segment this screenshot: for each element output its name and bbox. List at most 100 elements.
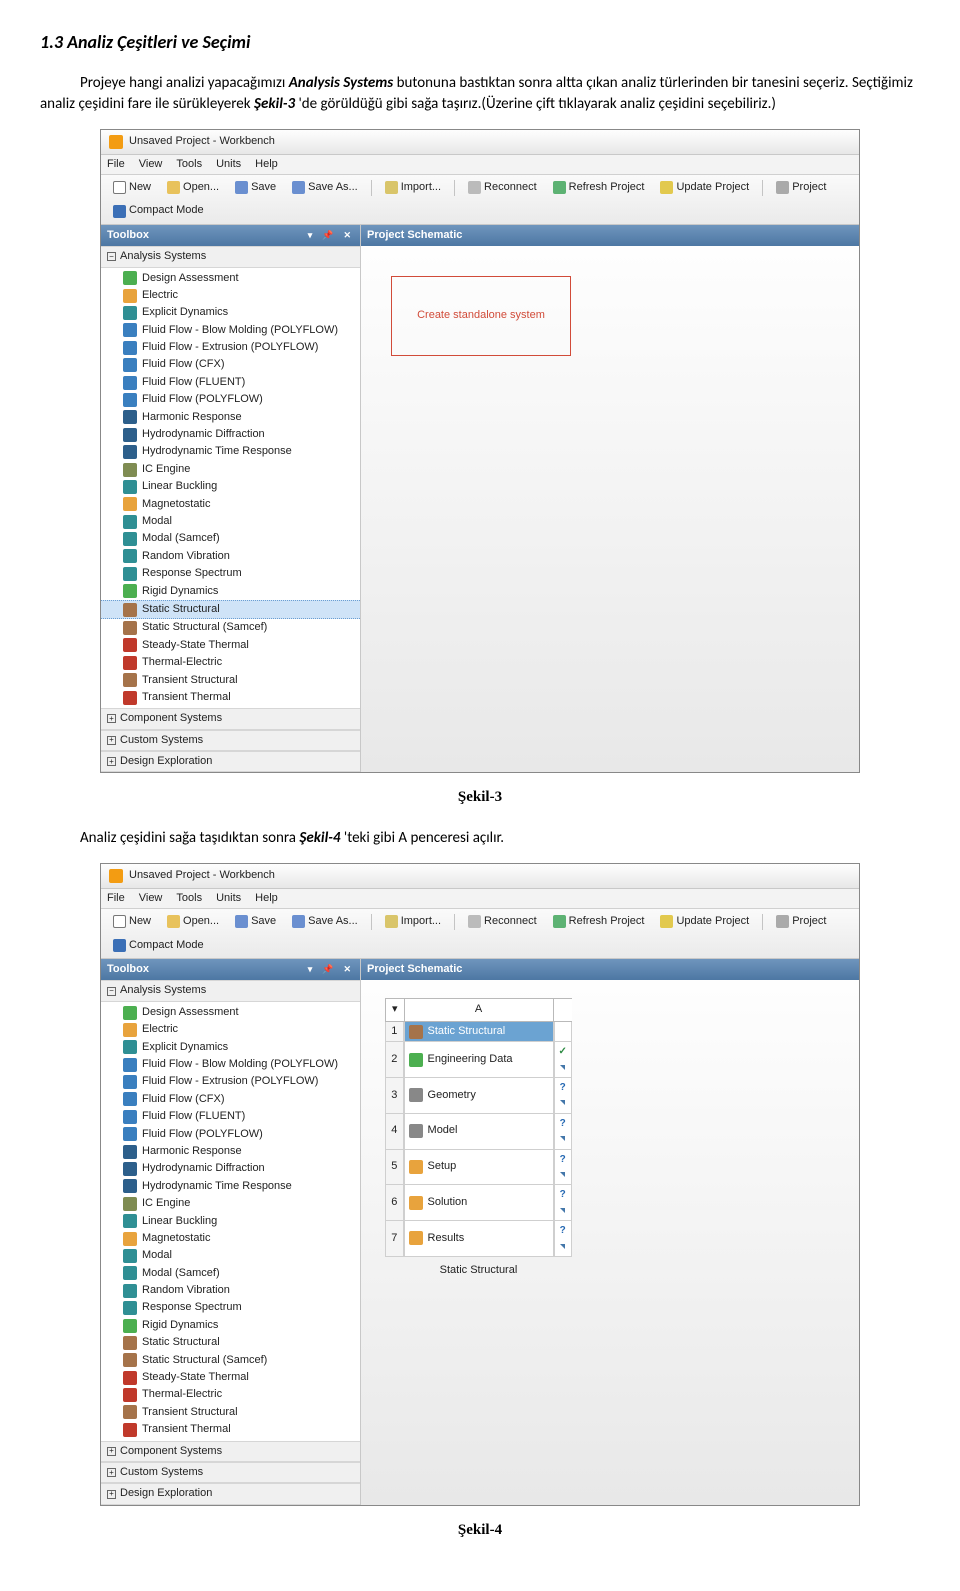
toolbox-item[interactable]: Random Vibration	[101, 1282, 360, 1299]
toolbox-item[interactable]: Modal (Samcef)	[101, 530, 360, 547]
category-analysis-systems[interactable]: −Analysis Systems	[101, 980, 360, 1001]
toolbox-item[interactable]: Fluid Flow - Blow Molding (POLYFLOW)	[101, 322, 360, 339]
toolbox-item[interactable]: Electric	[101, 1021, 360, 1038]
system-cell-row[interactable]: 5Setup?	[385, 1150, 572, 1186]
toolbox-item[interactable]: Hydrodynamic Time Response	[101, 1178, 360, 1195]
category-analysis-systems[interactable]: −Analysis Systems	[101, 246, 360, 267]
new-button[interactable]: New	[107, 178, 157, 197]
category-component-systems[interactable]: +Component Systems	[101, 708, 360, 729]
project-button[interactable]: Project	[770, 178, 832, 197]
toolbox-item[interactable]: Transient Structural	[101, 672, 360, 689]
toolbox-item[interactable]: Hydrodynamic Diffraction	[101, 1160, 360, 1177]
toolbox-item[interactable]: Modal	[101, 513, 360, 530]
new-button[interactable]: New	[107, 912, 157, 931]
menu-help[interactable]: Help	[255, 891, 278, 906]
menu-view[interactable]: View	[139, 891, 163, 906]
system-cell[interactable]: Setup	[404, 1150, 554, 1186]
save-button[interactable]: Save	[229, 178, 282, 197]
toolbox-item[interactable]: Rigid Dynamics	[101, 1317, 360, 1334]
pin-icon[interactable]: 📌	[319, 229, 336, 242]
system-dropdown[interactable]: ▾	[385, 998, 404, 1021]
schematic-canvas[interactable]: Create standalone system	[361, 246, 859, 772]
save-button[interactable]: Save	[229, 912, 282, 931]
refresh-button[interactable]: Refresh Project	[547, 178, 651, 197]
toolbox-item[interactable]: Thermal-Electric	[101, 654, 360, 671]
category-custom-systems[interactable]: +Custom Systems	[101, 730, 360, 751]
toolbox-item[interactable]: Fluid Flow - Blow Molding (POLYFLOW)	[101, 1056, 360, 1073]
open-button[interactable]: Open...	[161, 178, 225, 197]
toolbox-item[interactable]: Transient Structural	[101, 1404, 360, 1421]
import-button[interactable]: Import...	[379, 178, 447, 197]
category-design-exploration[interactable]: +Design Exploration	[101, 1483, 360, 1504]
pin-icon[interactable]: ▾	[305, 229, 316, 242]
category-design-exploration[interactable]: +Design Exploration	[101, 751, 360, 772]
toolbox-item[interactable]: Hydrodynamic Diffraction	[101, 426, 360, 443]
compact-button[interactable]: Compact Mode	[107, 201, 210, 220]
import-button[interactable]: Import...	[379, 912, 447, 931]
open-button[interactable]: Open...	[161, 912, 225, 931]
toolbox-item[interactable]: Transient Thermal	[101, 1421, 360, 1438]
reconnect-button[interactable]: Reconnect	[462, 912, 543, 931]
menu-tools[interactable]: Tools	[176, 157, 202, 172]
window-titlebar[interactable]: Unsaved Project - Workbench	[101, 864, 859, 888]
menu-units[interactable]: Units	[216, 891, 241, 906]
toolbox-item[interactable]: Linear Buckling	[101, 1213, 360, 1230]
schematic-canvas[interactable]: ▾ A 1Static Structural2Engineering Data✓…	[361, 980, 859, 1504]
toolbox-item[interactable]: Fluid Flow (POLYFLOW)	[101, 1126, 360, 1143]
toolbox-item[interactable]: Fluid Flow (FLUENT)	[101, 1108, 360, 1125]
system-cell-row[interactable]: 7Results?	[385, 1221, 572, 1257]
toolbox-item[interactable]: Hydrodynamic Time Response	[101, 443, 360, 460]
menu-view[interactable]: View	[139, 157, 163, 172]
saveas-button[interactable]: Save As...	[286, 178, 364, 197]
system-cell-row[interactable]: 2Engineering Data✓	[385, 1042, 572, 1078]
toolbox-item[interactable]: Rigid Dynamics	[101, 583, 360, 600]
toolbox-item[interactable]: Explicit Dynamics	[101, 304, 360, 321]
create-system-dropzone[interactable]: Create standalone system	[391, 276, 571, 356]
toolbox-item[interactable]: Static Structural	[101, 600, 360, 619]
toolbox-item[interactable]: IC Engine	[101, 461, 360, 478]
toolbox-item[interactable]: Electric	[101, 287, 360, 304]
category-custom-systems[interactable]: +Custom Systems	[101, 1462, 360, 1483]
toolbox-item[interactable]: Fluid Flow (POLYFLOW)	[101, 391, 360, 408]
toolbox-item[interactable]: IC Engine	[101, 1195, 360, 1212]
menu-units[interactable]: Units	[216, 157, 241, 172]
toolbox-item[interactable]: Thermal-Electric	[101, 1386, 360, 1403]
toolbox-item[interactable]: Linear Buckling	[101, 478, 360, 495]
update-button[interactable]: Update Project	[654, 912, 755, 931]
toolbox-item[interactable]: Static Structural (Samcef)	[101, 619, 360, 636]
toolbox-item[interactable]: Static Structural (Samcef)	[101, 1352, 360, 1369]
pin-icon[interactable]: ▾	[305, 963, 316, 976]
system-cell-row[interactable]: 3Geometry?	[385, 1078, 572, 1114]
system-cell[interactable]: Static Structural	[404, 1022, 554, 1042]
toolbox-item[interactable]: Design Assessment	[101, 270, 360, 287]
menu-help[interactable]: Help	[255, 157, 278, 172]
toolbox-item[interactable]: Static Structural	[101, 1334, 360, 1351]
close-icon[interactable]: ✕	[340, 963, 354, 976]
system-cell[interactable]: Solution	[404, 1185, 554, 1221]
system-cell[interactable]: Engineering Data	[404, 1042, 554, 1078]
close-icon[interactable]: ✕	[340, 229, 354, 242]
toolbox-item[interactable]: Steady-State Thermal	[101, 637, 360, 654]
window-titlebar[interactable]: Unsaved Project - Workbench	[101, 130, 859, 154]
category-component-systems[interactable]: +Component Systems	[101, 1441, 360, 1462]
system-cell[interactable]: Model	[404, 1114, 554, 1150]
toolbox-item[interactable]: Fluid Flow - Extrusion (POLYFLOW)	[101, 339, 360, 356]
project-button[interactable]: Project	[770, 912, 832, 931]
toolbox-item[interactable]: Random Vibration	[101, 548, 360, 565]
compact-button[interactable]: Compact Mode	[107, 936, 210, 955]
reconnect-button[interactable]: Reconnect	[462, 178, 543, 197]
toolbox-item[interactable]: Fluid Flow (FLUENT)	[101, 374, 360, 391]
toolbox-item[interactable]: Harmonic Response	[101, 409, 360, 426]
toolbox-item[interactable]: Magnetostatic	[101, 1230, 360, 1247]
refresh-button[interactable]: Refresh Project	[547, 912, 651, 931]
toolbox-item[interactable]: Response Spectrum	[101, 565, 360, 582]
toolbox-item[interactable]: Transient Thermal	[101, 689, 360, 706]
update-button[interactable]: Update Project	[654, 178, 755, 197]
toolbox-item[interactable]: Response Spectrum	[101, 1299, 360, 1316]
system-cell-row[interactable]: 6Solution?	[385, 1185, 572, 1221]
toolbox-item[interactable]: Design Assessment	[101, 1004, 360, 1021]
toolbox-item[interactable]: Fluid Flow - Extrusion (POLYFLOW)	[101, 1073, 360, 1090]
menu-file[interactable]: File	[107, 891, 125, 906]
toolbox-item[interactable]: Modal (Samcef)	[101, 1265, 360, 1282]
toolbox-header[interactable]: Toolbox ▾ 📌 ✕	[101, 959, 360, 980]
